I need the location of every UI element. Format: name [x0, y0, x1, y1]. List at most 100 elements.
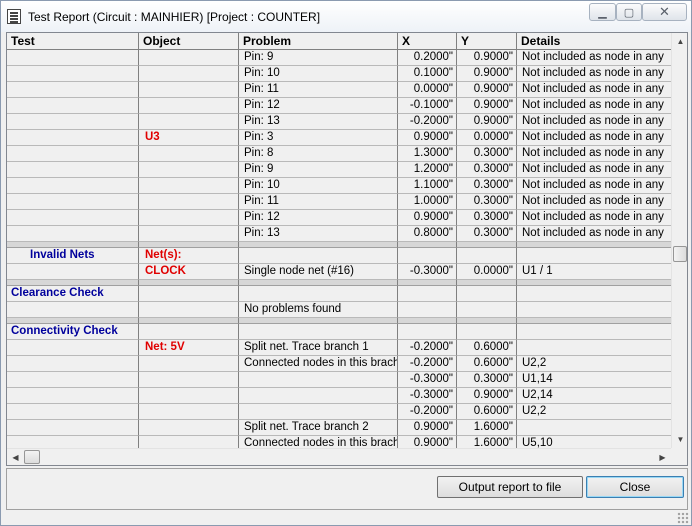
test-cell [7, 210, 139, 226]
scroll-corner [671, 448, 687, 465]
vertical-scroll-thumb[interactable] [673, 246, 687, 262]
y-cell: 0.3000" [457, 178, 517, 194]
table-row[interactable]: Pin: 10 0.1000" 0.9000" Not included as nod… [7, 66, 671, 82]
column-header-x[interactable]: X [398, 33, 457, 50]
x-cell: 1.3000" [398, 146, 457, 162]
details-cell: Not included as node in any [517, 178, 671, 194]
problem-cell: Pin: 13 [239, 114, 398, 130]
problem-cell [239, 372, 398, 388]
close-button[interactable]: Close [586, 476, 684, 498]
object-cell: U3 [139, 130, 239, 146]
object-cell [139, 388, 239, 404]
grid-rows: Pin: 9 0.2000" 0.9000" Not included as node… [7, 50, 671, 452]
maximize-button[interactable]: ▢ [616, 3, 642, 21]
object-cell [139, 372, 239, 388]
scroll-down-icon[interactable]: ▼ [672, 431, 687, 448]
column-header-test[interactable]: Test [7, 33, 139, 50]
table-row[interactable]: Pin: 11 0.0000" 0.9000" Not included as nod… [7, 82, 671, 98]
problem-cell: No problems found [239, 302, 398, 318]
details-cell: U2,2 [517, 404, 671, 420]
table-row[interactable]: CLOCK Single node net (#16) -0.3000" 0.0000… [7, 264, 671, 280]
problem-cell: Pin: 10 [239, 66, 398, 82]
scroll-left-icon[interactable]: ◀ [7, 449, 24, 465]
x-cell: 0.9000" [398, 210, 457, 226]
column-header-problem[interactable]: Problem [239, 33, 398, 50]
object-cell: Net(s): [139, 248, 239, 264]
y-cell: 0.3000" [457, 146, 517, 162]
table-row[interactable]: Clearance Check [7, 286, 671, 302]
table-row[interactable]: -0.3000" 0.9000" U2,14 [7, 388, 671, 404]
column-header-y[interactable]: Y [457, 33, 517, 50]
problem-cell [239, 404, 398, 420]
problem-cell: Pin: 13 [239, 226, 398, 242]
table-row[interactable]: Pin: 9 0.2000" 0.9000" Not included as node… [7, 50, 671, 66]
table-row[interactable]: Pin: 8 1.3000" 0.3000" Not included as node… [7, 146, 671, 162]
test-cell: Clearance Check [7, 286, 139, 302]
table-row[interactable]: -0.2000" 0.6000" U2,2 [7, 404, 671, 420]
table-row[interactable]: Pin: 11 1.0000" 0.3000" Not included as nod… [7, 194, 671, 210]
report-app-icon [7, 9, 21, 24]
column-header-details[interactable]: Details [517, 33, 671, 50]
problem-cell: Pin: 11 [239, 82, 398, 98]
x-cell [398, 302, 457, 318]
resize-grip-icon[interactable] [677, 512, 689, 524]
horizontal-scroll-thumb[interactable] [24, 450, 40, 464]
x-cell: -0.2000" [398, 356, 457, 372]
minimize-button[interactable]: ▁ [589, 3, 616, 21]
table-row[interactable]: Pin: 13 -0.2000" 0.9000" Not included as no… [7, 114, 671, 130]
problem-cell: Connected nodes in this brach [239, 356, 398, 372]
x-cell: -0.3000" [398, 264, 457, 280]
details-cell: U1 / 1 [517, 264, 671, 280]
table-row[interactable]: Connected nodes in this brach -0.2000" 0.6… [7, 356, 671, 372]
object-cell [139, 356, 239, 372]
table-row[interactable]: Split net. Trace branch 2 0.9000" 1.6000" [7, 420, 671, 436]
test-cell [7, 226, 139, 242]
horizontal-scrollbar[interactable]: ◀ ▶ [7, 448, 671, 465]
table-row[interactable]: No problems found [7, 302, 671, 318]
problem-cell: Single node net (#16) [239, 264, 398, 280]
table-row[interactable]: Invalid Nets Net(s): [7, 248, 671, 264]
table-row[interactable]: -0.3000" 0.3000" U1,14 [7, 372, 671, 388]
vertical-scrollbar[interactable]: ▲ ▼ [671, 33, 687, 448]
test-cell [7, 388, 139, 404]
table-row[interactable]: Pin: 10 1.1000" 0.3000" Not included as nod… [7, 178, 671, 194]
close-window-button[interactable]: ✕ [642, 3, 687, 21]
table-row[interactable]: U3 Pin: 3 0.9000" 0.0000" Not included as no… [7, 130, 671, 146]
table-row[interactable]: Pin: 13 0.8000" 0.3000" Not included as nod… [7, 226, 671, 242]
object-cell [139, 404, 239, 420]
details-cell [517, 324, 671, 340]
report-grid[interactable]: Test Object Problem X Y Details Pin: 9 0.… [6, 32, 688, 466]
problem-cell: Pin: 12 [239, 98, 398, 114]
scroll-up-icon[interactable]: ▲ [672, 33, 687, 50]
y-cell: 0.9000" [457, 50, 517, 66]
y-cell [457, 248, 517, 264]
problem-cell: Split net. Trace branch 2 [239, 420, 398, 436]
table-row[interactable]: Pin: 12 -0.1000" 0.9000" Not included as no… [7, 98, 671, 114]
object-cell [139, 194, 239, 210]
details-cell: Not included as node in any [517, 146, 671, 162]
x-cell: 0.2000" [398, 50, 457, 66]
details-cell: Not included as node in any [517, 210, 671, 226]
test-cell [7, 82, 139, 98]
details-cell: U2,2 [517, 356, 671, 372]
table-row[interactable]: Net: 5V Split net. Trace branch 1 -0.2000"… [7, 340, 671, 356]
output-report-button[interactable]: Output report to file [437, 476, 583, 498]
details-cell: Not included as node in any [517, 50, 671, 66]
object-cell [139, 162, 239, 178]
table-row[interactable]: Connectivity Check [7, 324, 671, 340]
scroll-right-icon[interactable]: ▶ [654, 449, 671, 465]
y-cell: 0.9000" [457, 388, 517, 404]
column-header-object[interactable]: Object [139, 33, 239, 50]
object-cell: CLOCK [139, 264, 239, 280]
problem-cell: Split net. Trace branch 1 [239, 340, 398, 356]
title-bar[interactable]: Test Report (Circuit : MAINHIER) [Projec… [1, 1, 691, 32]
table-row[interactable]: Pin: 9 1.2000" 0.3000" Not included as node… [7, 162, 671, 178]
details-cell: Not included as node in any [517, 98, 671, 114]
table-row[interactable]: Pin: 12 0.9000" 0.3000" Not included as nod… [7, 210, 671, 226]
details-cell: U1,14 [517, 372, 671, 388]
y-cell: 0.3000" [457, 194, 517, 210]
problem-cell [239, 248, 398, 264]
y-cell: 0.9000" [457, 98, 517, 114]
problem-cell [239, 388, 398, 404]
test-cell [7, 98, 139, 114]
